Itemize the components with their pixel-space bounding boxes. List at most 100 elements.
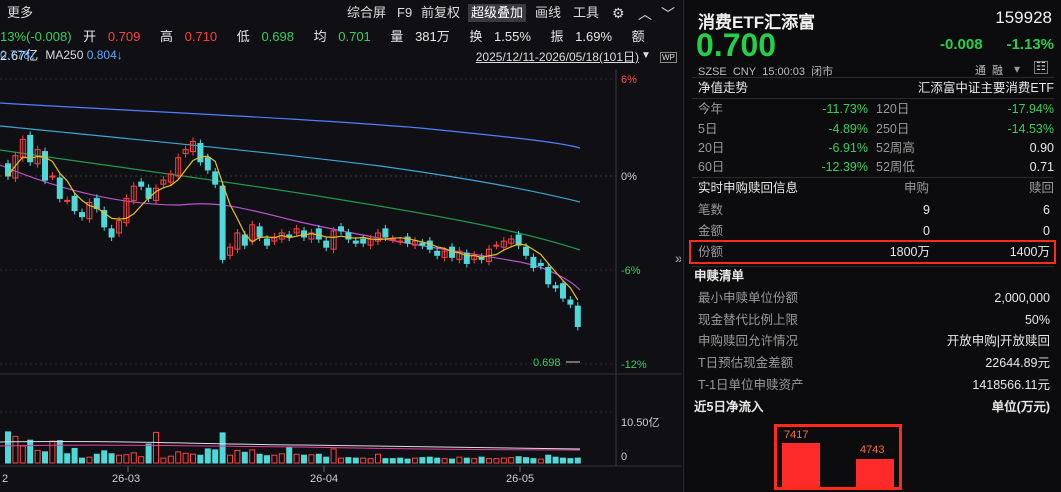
candle-body [560, 283, 566, 299]
info-panel: 消费ETF汇添富 159928 0.700 -0.008 -1.13% SZSE… [683, 0, 1061, 492]
candle-body [574, 305, 581, 327]
inflow-bar-label: 4743 [860, 443, 885, 456]
volume-bar [323, 456, 330, 464]
volume-bar [49, 440, 56, 464]
candle-body [360, 238, 367, 244]
realtime-row: 笔数 9 6 [698, 200, 1054, 220]
volume-bar [574, 457, 581, 464]
creation-row-value: 2,000,000 [994, 291, 1050, 305]
axis-label: 10.50亿 [621, 416, 660, 429]
realtime-row-label: 笔数 [698, 203, 724, 217]
nav-header[interactable]: 净值走势 汇添富中证主要消费ETF [698, 78, 1054, 98]
creation-header: 申赎清单 [694, 266, 1054, 286]
volume-bar [293, 453, 300, 464]
volume-bar [227, 454, 233, 464]
volume-bar [219, 432, 226, 464]
volume-bar [93, 453, 100, 464]
nav-row-label: 52周低 [876, 160, 915, 174]
volume-bar [545, 454, 552, 464]
candle-body [389, 238, 396, 241]
creation-row-label: 现金替代比例上限 [698, 313, 799, 327]
ma-line-cyan [0, 125, 581, 203]
x-axis-label: 2 [2, 473, 8, 485]
candle-body [545, 267, 552, 285]
volume-bar [308, 454, 315, 464]
volume-bar [560, 457, 566, 464]
nav-row-label: 52周高 [876, 141, 915, 155]
volume-bar [478, 456, 485, 464]
volume-bar [360, 457, 367, 464]
volume-bar [12, 435, 19, 464]
volume-bar [79, 457, 85, 464]
volume-bar [434, 457, 441, 464]
axis-label: -6% [621, 265, 641, 277]
candle-body [264, 238, 270, 246]
dropdown-icon[interactable]: ▾ [1014, 62, 1020, 76]
candle-body [219, 185, 226, 260]
volume-bar [175, 451, 182, 464]
candle-body [323, 240, 330, 248]
volume-bar [27, 439, 34, 464]
inflow-title: 近5日净流入 [694, 400, 764, 414]
realtime-title: 实时申购赎回信息 [698, 181, 799, 195]
price-chart: 6% 0% -6% -12% 10.50亿 0 2 26-03 26-04 26… [0, 70, 681, 485]
nav-row: 20日 -6.91% 52周高 0.90 [698, 138, 1054, 158]
volume-bar [138, 456, 145, 464]
volume-bar [123, 454, 130, 464]
grid-menu-icon[interactable]: ☷ [1034, 61, 1048, 74]
candle-body [338, 226, 344, 232]
volume-bar [130, 452, 137, 464]
volume-bar [182, 452, 189, 464]
volume-bar [523, 457, 529, 464]
inflow-bar [856, 458, 894, 487]
creation-row: 现金替代比例上限 50% [698, 310, 1054, 330]
volume-bar [537, 458, 544, 464]
price-change: -0.008 [940, 36, 983, 53]
creation-title: 申赎清单 [694, 269, 745, 283]
fund-code: 159928 [995, 8, 1052, 27]
candle-body [108, 228, 115, 238]
candle-body [537, 262, 544, 266]
volume-bar [367, 458, 374, 464]
last-price-label: 0.698 [533, 357, 561, 369]
axis-label: 0% [621, 171, 637, 183]
nav-row-value: -12.39% [821, 160, 868, 174]
volume-bar [101, 450, 108, 464]
volume-bar [508, 457, 515, 464]
volume-bar [34, 449, 41, 464]
chart-panel[interactable]: 更多 综合屏 F9 前复权 超级叠加 画线 工具 ⚙ ︿ ﹀ 13%(-0.00… [0, 0, 681, 492]
realtime-row-buy: 9 [923, 203, 930, 217]
creation-row: T-1日单位申赎资产 1418566.11元 [698, 375, 1054, 395]
realtime-row-label: 金额 [698, 224, 724, 238]
candle-body [204, 157, 211, 171]
realtime-header: 实时申购赎回信息 申购 赎回 [698, 178, 1054, 198]
creation-row: 最小申赎单位份额 2,000,000 [698, 288, 1054, 308]
ma-line-yellow [7, 155, 579, 301]
volume-bar [567, 458, 574, 464]
axis-label: -12% [621, 359, 647, 371]
volume-bar [160, 457, 167, 464]
volume-bar [456, 456, 463, 464]
inflow-bar [782, 443, 820, 487]
volume-bar [71, 447, 78, 464]
volume-bar [197, 454, 204, 464]
tag-tong: 通 [975, 65, 986, 77]
volume-bar [264, 455, 270, 464]
volume-bar [301, 454, 307, 464]
volume-bar [449, 458, 455, 464]
volume-bar [204, 448, 211, 464]
realtime-row-redeem: 0 [1043, 224, 1050, 238]
nav-row: 60日 -12.39% 52周低 0.71 [698, 157, 1054, 177]
nav-row-label: 250日 [876, 122, 910, 136]
nav-row-value: -17.94% [1007, 102, 1054, 116]
volume-bar [419, 457, 426, 464]
candle-body [567, 299, 574, 305]
creation-row-label: T日预估现金差额 [698, 356, 794, 370]
candle-body [552, 285, 559, 289]
candle-body [530, 256, 537, 269]
candle-body [71, 195, 78, 212]
candle-body [352, 240, 359, 244]
inflow-bar-label: 7417 [784, 429, 809, 441]
realtime-row-buy: 0 [923, 224, 930, 238]
candle-body [434, 250, 441, 256]
